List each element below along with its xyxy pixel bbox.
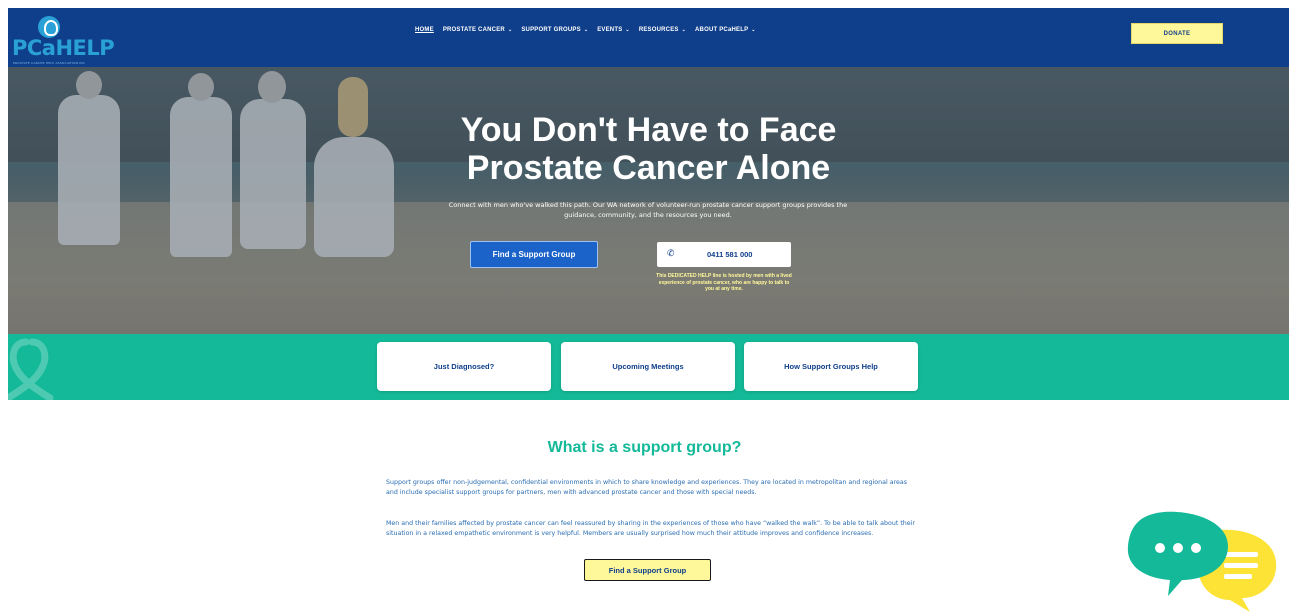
nav-item-label: SUPPORT GROUPS	[521, 27, 581, 33]
ribbon-icon	[8, 338, 54, 400]
hero-subtitle: Connect with men who've walked this path…	[448, 201, 848, 219]
site-header: PCaHELP PROSTATE CANCER HELP ASSOCIATION…	[8, 8, 1289, 67]
upcoming-meetings-card[interactable]: Upcoming Meetings	[561, 342, 735, 391]
nav-item-support-groups[interactable]: SUPPORT GROUPS ⌄	[521, 27, 588, 33]
nav-item-prostate-cancer[interactable]: PROSTATE CANCER ⌄	[443, 27, 513, 33]
find-support-group-button[interactable]: Find a Support Group	[470, 241, 598, 268]
main-nav: HOME PROSTATE CANCER ⌄ SUPPORT GROUPS ⌄ …	[415, 27, 756, 33]
phone-icon: ✆	[667, 249, 675, 259]
nav-item-label: RESOURCES	[638, 27, 679, 33]
chevron-down-icon: ⌄	[681, 27, 687, 33]
helpline-phone-button[interactable]: ✆ 0411 581 000	[657, 242, 791, 267]
helpline-note: This DEDICATED HELP line is hosted by me…	[656, 273, 792, 292]
nav-item-resources[interactable]: RESOURCES ⌄	[639, 27, 686, 33]
chevron-down-icon: ⌄	[507, 27, 513, 33]
nav-item-about[interactable]: ABOUT PCaHELP ⌄	[695, 27, 756, 33]
nav-item-events[interactable]: EVENTS ⌄	[597, 27, 630, 33]
hero-title-line: You Don't Have to Face	[460, 111, 837, 149]
nav-item-label: EVENTS	[597, 27, 623, 33]
logo-text: PCaHELP	[12, 36, 115, 60]
nav-item-label: PROSTATE CANCER	[442, 27, 505, 33]
support-group-paragraph: Support groups offer non-judgemental, co…	[386, 479, 908, 496]
nav-item-label: ABOUT PCaHELP	[695, 27, 749, 33]
section-heading: What is a support group?	[547, 439, 742, 456]
hero-title: You Don't Have to Face Prostate Cancer A…	[8, 111, 1289, 187]
chevron-down-icon: ⌄	[625, 27, 630, 33]
hero-title-line: Prostate Cancer Alone	[466, 149, 831, 187]
quick-links-strip: Just Diagnosed? Upcoming Meetings How Su…	[8, 334, 1289, 400]
support-group-paragraph: Men and their families affected by prost…	[386, 520, 916, 537]
just-diagnosed-card[interactable]: Just Diagnosed?	[377, 342, 551, 391]
pcahelp-logo[interactable]: PCaHELP PROSTATE CANCER HELP ASSOCIATION…	[8, 14, 118, 65]
chat-bubbles-icon[interactable]	[1124, 508, 1284, 612]
page: PCaHELP PROSTATE CANCER HELP ASSOCIATION…	[0, 0, 1289, 612]
chevron-down-icon: ⌄	[583, 27, 589, 33]
how-support-groups-help-card[interactable]: How Support Groups Help	[744, 342, 918, 391]
ribbon-icon	[38, 16, 60, 38]
find-support-group-button-secondary[interactable]: Find a Support Group	[584, 559, 711, 581]
hero-section: You Don't Have to Face Prostate Cancer A…	[8, 67, 1289, 334]
chevron-down-icon: ⌄	[751, 27, 756, 33]
nav-item-label: HOME	[415, 27, 434, 33]
nav-item-home[interactable]: HOME	[415, 27, 434, 33]
helpline-number: 0411 581 000	[707, 250, 753, 259]
logo-subtitle: PROSTATE CANCER HELP ASSOCIATION INC	[13, 61, 85, 65]
donate-button[interactable]: DONATE	[1131, 23, 1223, 44]
